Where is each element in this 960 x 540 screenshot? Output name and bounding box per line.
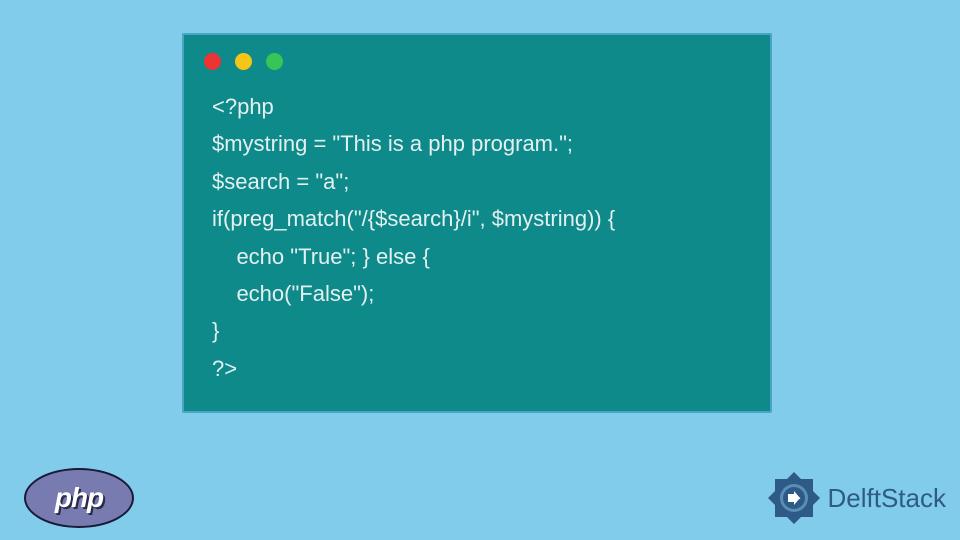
php-logo: php	[24, 468, 134, 528]
delftstack-icon: </>	[766, 470, 822, 526]
svg-text:</>: </>	[789, 494, 801, 503]
minimize-icon	[235, 53, 252, 70]
code-line: echo("False");	[212, 281, 374, 306]
delftstack-label: DelftStack	[828, 483, 947, 514]
close-icon	[204, 53, 221, 70]
php-ellipse: php	[24, 468, 134, 528]
code-line: $mystring = "This is a php program.";	[212, 131, 573, 156]
delftstack-logo: </> DelftStack	[766, 470, 947, 526]
code-line: <?php	[212, 94, 274, 119]
code-line: }	[212, 318, 219, 343]
code-window: <?php $mystring = "This is a php program…	[182, 33, 772, 413]
code-line: ?>	[212, 356, 237, 381]
code-line: echo "True"; } else {	[212, 244, 430, 269]
maximize-icon	[266, 53, 283, 70]
code-line: if(preg_match("/{$search}/i", $mystring)…	[212, 206, 615, 231]
code-line: $search = "a";	[212, 169, 349, 194]
code-block: <?php $mystring = "This is a php program…	[184, 82, 770, 407]
php-logo-text: php	[55, 482, 103, 514]
window-traffic-lights	[184, 35, 770, 82]
